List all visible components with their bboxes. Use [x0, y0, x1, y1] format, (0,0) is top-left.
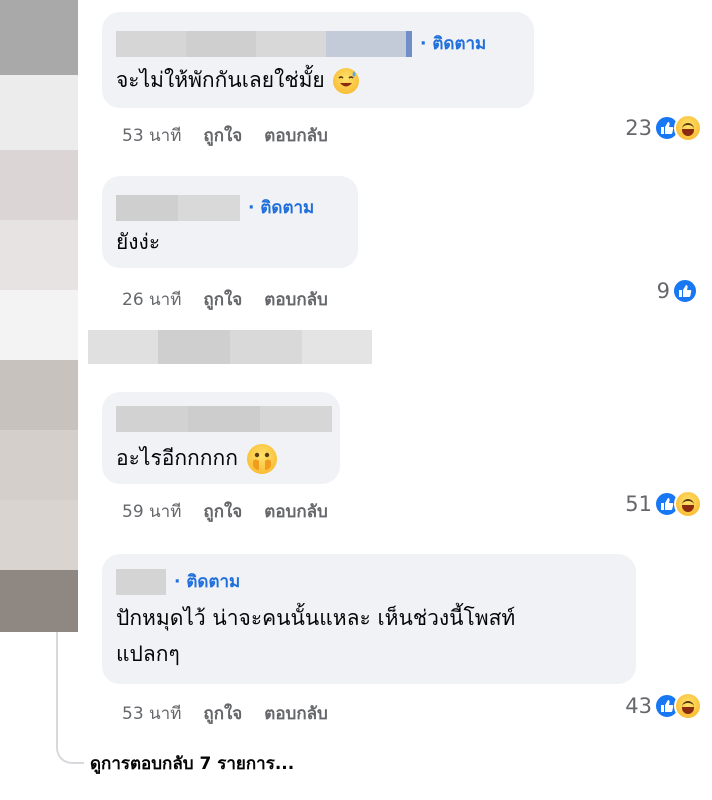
reaction-summary[interactable]: 51	[625, 490, 702, 518]
comment-header: · ติดตาม	[116, 194, 314, 221]
comment-time[interactable]: 26 นาที	[122, 286, 181, 313]
grinning-sweat-emoji	[333, 68, 360, 94]
reaction-count: 23	[625, 116, 652, 140]
blurred-username[interactable]	[116, 30, 412, 57]
haha-icon	[674, 692, 702, 720]
like-action[interactable]: ถูกใจ	[203, 286, 242, 313]
follow-link[interactable]: · ติดตาม	[174, 568, 240, 595]
reaction-summary[interactable]: 43	[625, 692, 702, 720]
hand-over-mouth-emoji	[246, 444, 277, 474]
blurred-username[interactable]	[116, 406, 332, 432]
comment-actions: 53 นาที ถูกใจ ตอบกลับ	[122, 700, 328, 727]
comment-bubble: · ติดตาม ยังง่ะ	[102, 176, 358, 268]
thread-connector	[56, 736, 84, 764]
comment-actions: 53 นาที ถูกใจ ตอบกลับ	[122, 122, 328, 149]
like-action[interactable]: ถูกใจ	[203, 122, 242, 149]
comment-bubble: · ติดตาม จะไม่ให้พักกันเลยใช่มั้ย	[102, 12, 534, 108]
comment-time[interactable]: 59 นาที	[122, 498, 181, 525]
reaction-count: 9	[656, 279, 670, 303]
comment-text: ยังง่ะ	[116, 230, 161, 254]
comment-bubble: อะไรอีกกกกก	[102, 392, 340, 484]
thread-line	[56, 632, 58, 750]
reply-action[interactable]: ตอบกลับ	[264, 122, 328, 149]
comment-text-line-2: แปลกๆ	[116, 642, 180, 666]
comment-bubble: · ติดตาม ปักหมุดไว้ น่าจะคนนั้นแหละ เห็น…	[102, 554, 636, 684]
reply-action[interactable]: ตอบกลับ	[264, 498, 328, 525]
comment-text-line-1: ปักหมุดไว้ น่าจะคนนั้นแหละ เห็นช่วงนี้โพ…	[116, 606, 516, 630]
like-action[interactable]: ถูกใจ	[203, 498, 242, 525]
comment-header: · ติดตาม	[116, 30, 486, 57]
haha-icon	[674, 114, 702, 142]
reaction-count: 51	[625, 492, 652, 516]
reaction-summary[interactable]: 9	[657, 278, 698, 304]
reply-action[interactable]: ตอบกลับ	[264, 700, 328, 727]
blurred-username[interactable]	[116, 194, 240, 221]
like-action[interactable]: ถูกใจ	[203, 700, 242, 727]
haha-icon	[674, 490, 702, 518]
follow-link[interactable]: · ติดตาม	[420, 30, 486, 57]
comment-actions: 59 นาที ถูกใจ ตอบกลับ	[122, 498, 328, 525]
reaction-count: 43	[625, 694, 652, 718]
comment-time[interactable]: 53 นาที	[122, 700, 181, 727]
comment-actions: 26 นาที ถูกใจ ตอบกลับ	[122, 286, 328, 313]
comment-time[interactable]: 53 นาที	[122, 122, 181, 149]
reaction-summary[interactable]: 23	[625, 114, 702, 142]
blurred-name-strip	[88, 330, 372, 364]
view-more-replies-link[interactable]: ดูการตอบกลับ 7 รายการ...	[90, 750, 294, 777]
comment-text: จะไม่ให้พักกันเลยใช่มั้ย	[116, 64, 360, 96]
blurred-avatar-column	[0, 0, 78, 632]
follow-link[interactable]: · ติดตาม	[248, 194, 314, 221]
comment-header: · ติดตาม	[116, 568, 240, 595]
comment-text: อะไรอีกกกกก	[116, 442, 277, 474]
comment-header	[116, 406, 332, 432]
blurred-username[interactable]	[116, 568, 166, 595]
like-icon	[672, 278, 698, 304]
reply-action[interactable]: ตอบกลับ	[264, 286, 328, 313]
